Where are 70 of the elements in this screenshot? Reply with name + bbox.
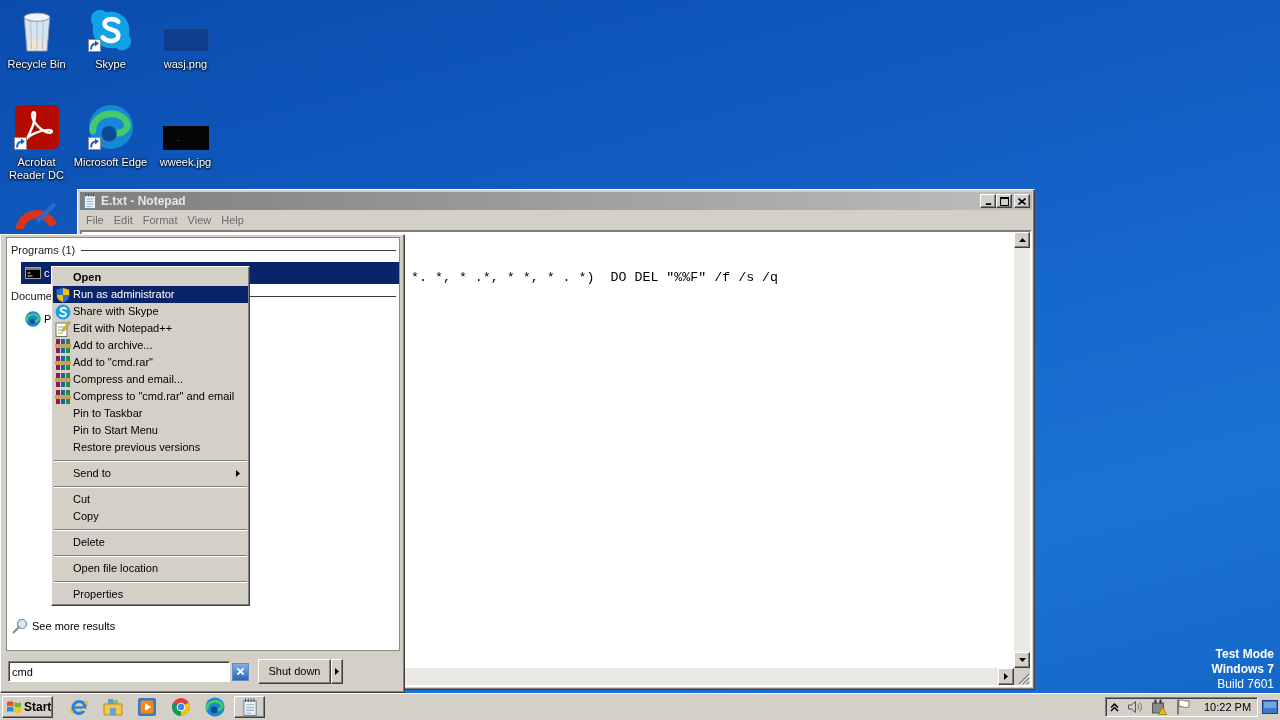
- close-button[interactable]: [1014, 194, 1030, 208]
- shut-down-options-button[interactable]: [331, 659, 343, 684]
- edge-logo-icon: [25, 311, 41, 327]
- scroll-up-button[interactable]: [1014, 232, 1030, 248]
- test-mode-text: Windows 7: [1211, 662, 1274, 677]
- edge-logo-icon[interactable]: [205, 697, 225, 717]
- desktop-icon-label[interactable]: Recycle Bin: [7, 58, 66, 71]
- start-button[interactable]: Start: [2, 696, 53, 718]
- caret-right-icon: [335, 668, 339, 675]
- network-warning-icon[interactable]: [1151, 699, 1167, 715]
- context-menu-item[interactable]: Run as administrator: [53, 286, 248, 303]
- scroll-right-button[interactable]: [998, 668, 1014, 685]
- skype-logo-icon: [55, 303, 71, 320]
- caret-up-icon: [1018, 238, 1026, 242]
- shut-down-button[interactable]: Shut down: [258, 659, 331, 684]
- section-heading: Programs (1): [11, 242, 76, 258]
- archive-books-icon: [55, 388, 71, 405]
- notepad-icon: [82, 193, 98, 209]
- notepad-icon: [240, 698, 259, 716]
- desktop-icon-label[interactable]: wasj.png: [163, 58, 208, 71]
- vertical-scrollbar[interactable]: [1014, 232, 1030, 668]
- menu-item[interactable]: Format: [137, 211, 183, 229]
- section-heading: Docume: [11, 288, 52, 304]
- caret-right-icon: [1004, 673, 1008, 680]
- menu-item[interactable]: Edit: [108, 211, 138, 229]
- minimize-button[interactable]: [980, 194, 996, 208]
- show-desktop-icon[interactable]: [1262, 700, 1278, 714]
- close-icon: [1018, 197, 1026, 205]
- menu-item[interactable]: File: [81, 211, 109, 229]
- notepad-with-pen-icon: [55, 320, 71, 337]
- test-mode-text: Test Mode: [1215, 647, 1274, 662]
- chevron-up-icon[interactable]: [1110, 702, 1119, 712]
- desktop-icon-label[interactable]: Microsoft Edge: [73, 156, 148, 169]
- shield-icon: [55, 286, 71, 303]
- speaker-icon[interactable]: [1127, 699, 1143, 715]
- window-title: E.txt - Notepad: [101, 193, 186, 210]
- clear-search-button[interactable]: [232, 662, 249, 681]
- acrobat-logo-icon[interactable]: [13, 104, 60, 150]
- desktop-icon-label[interactable]: Skype: [95, 58, 126, 71]
- image-thumbnail[interactable]: [162, 28, 209, 52]
- maximize-button[interactable]: [996, 194, 1012, 208]
- maximize-icon: [999, 196, 1009, 206]
- search-field[interactable]: cmd: [8, 661, 230, 682]
- media-player-icon[interactable]: [137, 697, 157, 717]
- scroll-down-button[interactable]: [1014, 652, 1030, 668]
- menu-item[interactable]: Help: [216, 211, 249, 229]
- image-thumbnail[interactable]: [162, 126, 209, 150]
- chrome-logo-icon[interactable]: [171, 697, 191, 717]
- size-grip-icon[interactable]: [1018, 673, 1030, 685]
- search-icon: [12, 618, 28, 634]
- edge-logo-icon[interactable]: [87, 104, 134, 150]
- close-icon: [236, 667, 245, 676]
- archive-books-icon: [55, 371, 71, 388]
- desktop-icon-label[interactable]: Acrobat Reader DC: [0, 156, 73, 182]
- search-result-item[interactable]: P: [21, 308, 54, 330]
- archive-books-icon: [55, 354, 71, 371]
- notepad-taskbar-button[interactable]: [234, 696, 265, 718]
- desktop-icon-label[interactable]: wweek.jpg: [159, 156, 212, 169]
- clock-time[interactable]: 10:22 PM: [1204, 698, 1252, 716]
- internet-explorer-icon[interactable]: [69, 697, 89, 717]
- windows-logo-icon: [6, 699, 22, 715]
- document-text-line: *. *, * .*, * *, * . *) DO DEL "%%F" /f /s /q: [411, 270, 780, 286]
- archive-books-icon: [55, 337, 71, 354]
- menu-item[interactable]: View: [182, 211, 217, 229]
- caret-down-icon: [1018, 658, 1026, 662]
- skype-logo-icon[interactable]: [88, 8, 133, 52]
- caret-right-icon: [236, 470, 240, 477]
- flag-icon[interactable]: [1175, 699, 1191, 715]
- test-mode-text: Build 7601: [1217, 677, 1274, 692]
- command-prompt-icon: [25, 265, 41, 281]
